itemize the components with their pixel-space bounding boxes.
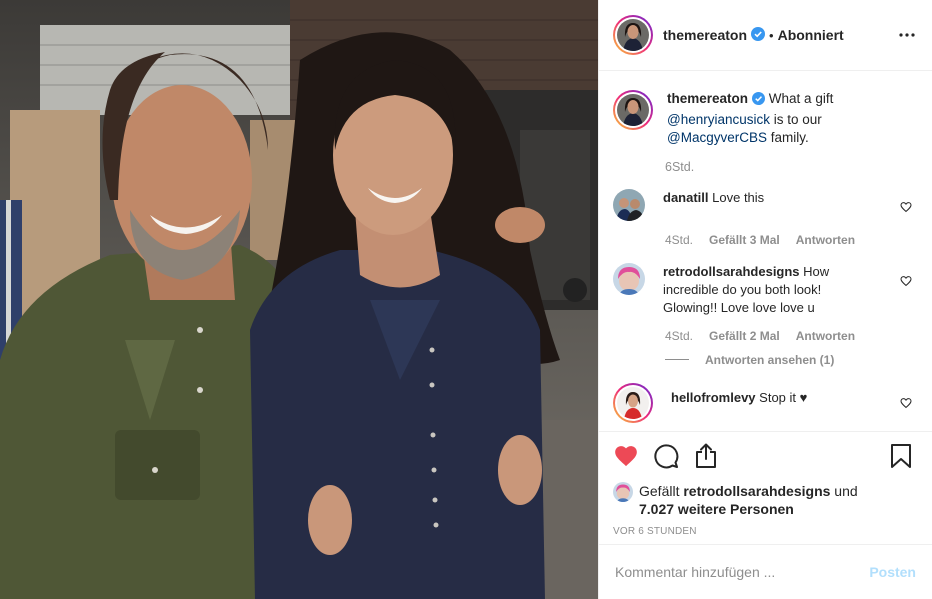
- caption-avatar-inner: [615, 92, 651, 128]
- post-header: themereaton • Abonniert: [599, 0, 932, 71]
- comment-username[interactable]: danatill: [663, 190, 709, 205]
- more-options-icon[interactable]: [898, 26, 916, 44]
- share-icon[interactable]: [693, 443, 719, 469]
- view-replies-button[interactable]: Antworten ansehen (1): [665, 353, 916, 367]
- comment-username[interactable]: retrodollsarahdesigns: [663, 264, 800, 279]
- post-comment-button[interactable]: Posten: [869, 564, 916, 580]
- post-photo-image: [0, 0, 598, 599]
- caption-text-after: family.: [770, 130, 809, 145]
- likes-prefix: Gefällt: [639, 483, 680, 499]
- bookmark-icon[interactable]: [890, 443, 916, 469]
- comment-like-heart-icon[interactable]: [900, 201, 912, 213]
- reply-button[interactable]: Antworten: [796, 233, 855, 247]
- comment-like-heart-icon[interactable]: [900, 275, 912, 287]
- post-timestamp[interactable]: VOR 6 STUNDEN: [613, 526, 916, 537]
- comment-like-heart-icon[interactable]: [900, 397, 912, 409]
- comment-bubble-icon[interactable]: [653, 443, 679, 469]
- comment-body: Stop it ♥: [759, 389, 808, 405]
- replies-divider-line: [665, 359, 689, 360]
- verified-badge-icon: [751, 26, 766, 44]
- caption-text-middle: is to our: [773, 111, 822, 127]
- author-username[interactable]: themereaton: [663, 27, 747, 43]
- post-photo[interactable]: [0, 0, 598, 599]
- likes-others-link[interactable]: 7.027 weitere Personen: [639, 501, 794, 517]
- caption-avatar-image: [617, 94, 649, 126]
- commenter-avatar[interactable]: [613, 188, 645, 221]
- comments-list[interactable]: themereaton What a gift @henryiancusick …: [599, 72, 932, 431]
- comment-username[interactable]: hellofromlevy: [671, 390, 756, 405]
- post-caption: themereaton What a gift @henryiancusick …: [613, 72, 916, 148]
- header-separator: •: [769, 27, 774, 43]
- comment-meta: 4Std. Gefällt 2 Mal Antworten: [665, 329, 916, 343]
- comment-text: danatill Love this: [663, 189, 868, 221]
- verified-badge-icon: [752, 92, 766, 111]
- comment-item: danatill Love this: [613, 188, 916, 221]
- commenter-avatar[interactable]: [613, 382, 653, 423]
- comment-body: Love this: [712, 189, 765, 205]
- liker-username[interactable]: retrodollsarahdesigns: [683, 483, 830, 499]
- caption-time[interactable]: 6Std.: [665, 160, 916, 174]
- likes-summary: Gefällt retrodollsarahdesigns und 7.027 …: [613, 482, 916, 518]
- add-comment-bar: Posten: [599, 544, 932, 599]
- caption-text: themereaton What a gift @henryiancusick …: [667, 90, 881, 148]
- caption-text-before: What a gift: [768, 91, 834, 106]
- reply-button[interactable]: Antworten: [796, 329, 855, 343]
- comment-item: hellofromlevy Stop it ♥: [613, 382, 916, 423]
- follow-status-button[interactable]: Abonniert: [778, 27, 844, 43]
- comment-text: retrodollsarahdesigns How incredible do …: [663, 263, 868, 317]
- comment-text: hellofromlevy Stop it ♥: [671, 383, 876, 423]
- comment-time[interactable]: 4Std.: [665, 233, 693, 247]
- view-replies-label: Antworten ansehen (1): [705, 352, 835, 367]
- likes-and: und: [834, 483, 858, 499]
- comment-time[interactable]: 4Std.: [665, 329, 693, 343]
- liker-avatar[interactable]: [613, 482, 633, 502]
- caption-username[interactable]: themereaton: [667, 91, 748, 106]
- likes-text: Gefällt retrodollsarahdesigns und 7.027 …: [639, 482, 879, 518]
- post-side-panel: themereaton • Abonniert themereaton What…: [598, 0, 932, 599]
- mention-link-macgyvercbs[interactable]: @MacgyverCBS: [667, 130, 767, 145]
- heart-icon[interactable]: [613, 443, 639, 469]
- comment-likes-count[interactable]: Gefällt 3 Mal: [709, 233, 780, 247]
- comment-meta: 4Std. Gefällt 3 Mal Antworten: [665, 233, 916, 247]
- comment-item: retrodollsarahdesigns How incredible do …: [613, 262, 916, 317]
- caption-avatar[interactable]: [613, 90, 653, 130]
- commenter-avatar-inner: [615, 384, 651, 421]
- comment-input[interactable]: [615, 564, 870, 580]
- author-avatar[interactable]: [613, 15, 653, 55]
- comment-likes-count[interactable]: Gefällt 2 Mal: [709, 329, 780, 343]
- commenter-avatar[interactable]: [613, 262, 645, 295]
- author-avatar-image: [617, 19, 649, 51]
- mention-link-henryiancusick[interactable]: @henryiancusick: [667, 112, 770, 127]
- author-avatar-inner: [615, 17, 651, 53]
- commenter-avatar-image: [617, 386, 649, 419]
- post-actions: Gefällt retrodollsarahdesigns und 7.027 …: [599, 431, 932, 537]
- action-icons-row: [613, 442, 916, 470]
